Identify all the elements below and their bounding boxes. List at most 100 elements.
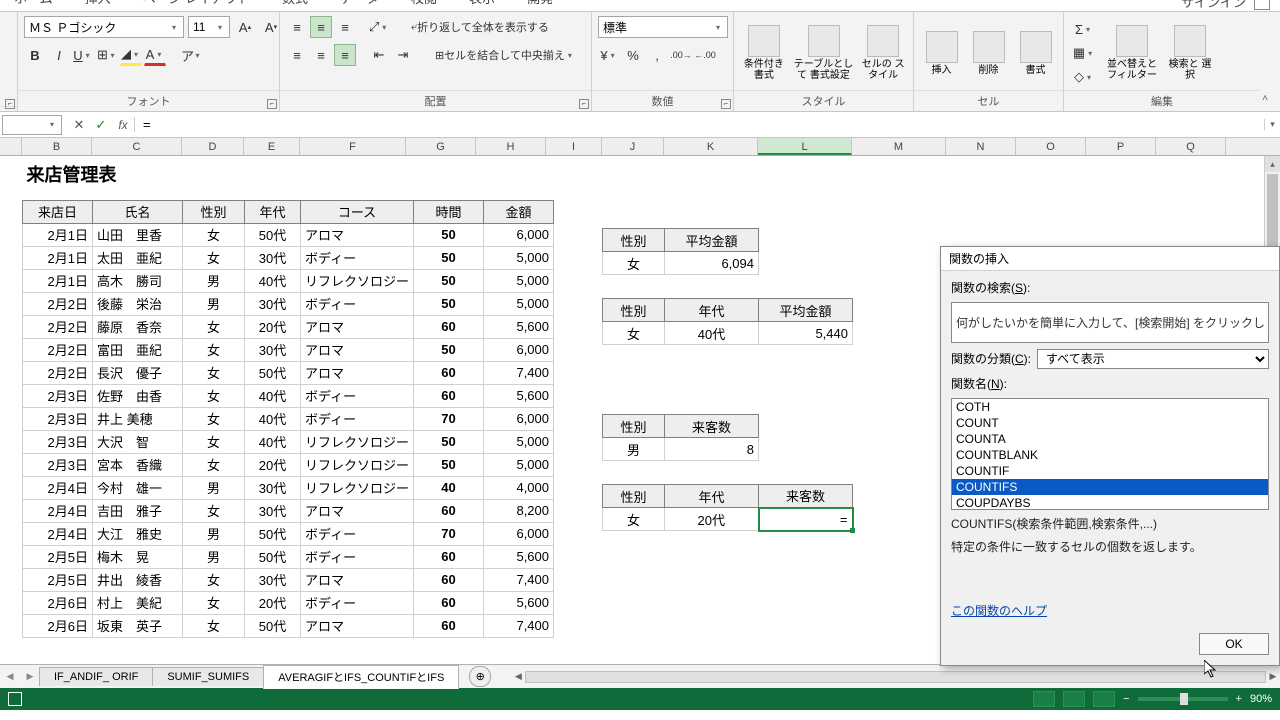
table-cell[interactable]: 富田 亜紀 bbox=[93, 338, 183, 361]
table-cell[interactable]: 女 bbox=[183, 453, 245, 476]
table-cell[interactable]: 2月3日 bbox=[23, 384, 93, 407]
table-cell[interactable]: ボディー bbox=[301, 545, 414, 568]
table-cell[interactable]: アロマ bbox=[301, 499, 414, 522]
table-cell[interactable]: 60 bbox=[414, 545, 484, 568]
table-cell[interactable]: 20代 bbox=[665, 508, 759, 531]
table-cell[interactable]: 5,600 bbox=[484, 315, 554, 338]
table-cell[interactable]: 7,400 bbox=[484, 614, 554, 637]
table-cell[interactable]: 40 bbox=[414, 476, 484, 499]
zoom-slider[interactable] bbox=[1138, 697, 1228, 701]
table-cell[interactable]: 大沢 智 bbox=[93, 430, 183, 453]
zoom-out-icon[interactable]: − bbox=[1123, 693, 1129, 705]
sheet-tab[interactable]: AVERAGIFとIFS_COUNTIFとIFS bbox=[263, 665, 459, 689]
table-cell[interactable]: 5,000 bbox=[484, 246, 554, 269]
table-cell[interactable]: 7,400 bbox=[484, 568, 554, 591]
table-cell[interactable]: 5,600 bbox=[484, 591, 554, 614]
table-cell[interactable]: 50代 bbox=[245, 522, 301, 545]
zoom-level[interactable]: 90% bbox=[1250, 693, 1272, 705]
table-cell[interactable]: 2月6日 bbox=[23, 591, 93, 614]
increase-indent-icon[interactable]: ⇥ bbox=[392, 44, 414, 66]
font-name-select[interactable]: ＭＳ Ｐゴシック▾ bbox=[24, 16, 184, 38]
table-cell[interactable]: 女 bbox=[603, 252, 665, 275]
table-cell[interactable]: 40代 bbox=[245, 269, 301, 292]
function-list-item[interactable]: COUNTA bbox=[952, 431, 1268, 447]
table-cell[interactable]: 男 bbox=[183, 545, 245, 568]
signin-link[interactable]: サインイン bbox=[1181, 0, 1246, 11]
table-cell[interactable]: 2月2日 bbox=[23, 315, 93, 338]
table-cell[interactable]: 30代 bbox=[245, 292, 301, 315]
table-cell[interactable]: 2月3日 bbox=[23, 407, 93, 430]
font-color-button[interactable]: A▾ bbox=[144, 44, 166, 66]
menu-tab[interactable]: 校閲 bbox=[405, 0, 443, 11]
table-cell[interactable]: 2月4日 bbox=[23, 476, 93, 499]
ok-button[interactable]: OK bbox=[1199, 633, 1269, 655]
table-cell[interactable]: 2月2日 bbox=[23, 292, 93, 315]
dialog-launcher-icon[interactable]: ⌐ bbox=[579, 99, 589, 109]
orientation-button[interactable]: ⤢▾ bbox=[368, 16, 390, 38]
menu-tab[interactable]: ホーム bbox=[8, 0, 59, 11]
insert-function-icon[interactable]: fx bbox=[112, 118, 134, 132]
table-cell[interactable]: 2月1日 bbox=[23, 223, 93, 246]
dialog-launcher-icon[interactable]: ⌐ bbox=[721, 99, 731, 109]
col-header[interactable]: K bbox=[664, 138, 758, 155]
table-cell[interactable]: アロマ bbox=[301, 568, 414, 591]
table-cell[interactable]: 8 bbox=[665, 438, 759, 461]
delete-cells-button[interactable]: 削除 bbox=[967, 27, 1010, 80]
col-header[interactable]: I bbox=[546, 138, 602, 155]
table-cell[interactable]: リフレクソロジー bbox=[301, 269, 414, 292]
table-cell[interactable]: 女 bbox=[183, 246, 245, 269]
table-cell[interactable]: 6,000 bbox=[484, 407, 554, 430]
table-cell[interactable]: 男 bbox=[183, 269, 245, 292]
table-cell[interactable]: 女 bbox=[183, 591, 245, 614]
menu-tab[interactable]: 数式 bbox=[276, 0, 314, 11]
format-cells-button[interactable]: 書式 bbox=[1014, 27, 1057, 80]
table-cell[interactable]: 女 bbox=[183, 315, 245, 338]
function-list-item[interactable]: COTH bbox=[952, 399, 1268, 415]
increase-font-icon[interactable]: A▴ bbox=[234, 16, 256, 38]
col-header[interactable]: B bbox=[22, 138, 92, 155]
user-icon[interactable] bbox=[1254, 0, 1270, 10]
table-cell[interactable]: 男 bbox=[603, 438, 665, 461]
table-format-button[interactable]: テーブルとして 書式設定 bbox=[792, 21, 856, 85]
page-layout-view-icon[interactable] bbox=[1063, 691, 1085, 707]
accept-formula-icon[interactable]: ✓ bbox=[90, 117, 112, 133]
record-macro-icon[interactable] bbox=[8, 692, 22, 706]
insert-cells-button[interactable]: 挿入 bbox=[920, 27, 963, 80]
name-box[interactable]: ▾ bbox=[2, 115, 62, 135]
col-header[interactable]: E bbox=[244, 138, 300, 155]
table-cell[interactable]: 50代 bbox=[245, 223, 301, 246]
zoom-in-icon[interactable]: + bbox=[1236, 693, 1242, 705]
sheet-nav-prev-icon[interactable]: ◀ bbox=[0, 671, 20, 682]
table-cell[interactable]: 60 bbox=[414, 384, 484, 407]
table-cell[interactable]: 村上 美紀 bbox=[93, 591, 183, 614]
horizontal-scrollbar[interactable] bbox=[525, 671, 1266, 683]
cancel-formula-icon[interactable]: ✕ bbox=[68, 117, 90, 133]
table-cell[interactable]: 井上 美穂 bbox=[93, 407, 183, 430]
table-cell[interactable]: 2月1日 bbox=[23, 269, 93, 292]
number-format-select[interactable]: 標準▾ bbox=[598, 16, 728, 38]
table-cell[interactable]: 太田 亜紀 bbox=[93, 246, 183, 269]
col-header[interactable]: L bbox=[758, 138, 852, 155]
table-cell[interactable]: 男 bbox=[183, 292, 245, 315]
table-cell[interactable]: 20代 bbox=[245, 453, 301, 476]
table-cell[interactable]: = bbox=[759, 508, 853, 531]
table-cell[interactable]: 60 bbox=[414, 614, 484, 637]
align-center-icon[interactable]: ≡ bbox=[310, 44, 332, 66]
table-cell[interactable]: リフレクソロジー bbox=[301, 453, 414, 476]
table-cell[interactable]: 50 bbox=[414, 338, 484, 361]
table-cell[interactable]: 50 bbox=[414, 430, 484, 453]
dialog-launcher-icon[interactable]: ⌐ bbox=[267, 99, 277, 109]
decrease-decimal-icon[interactable]: ←.00 bbox=[694, 44, 716, 66]
hscroll-left-icon[interactable]: ◀ bbox=[511, 671, 525, 682]
function-list-item[interactable]: COUNTIFS bbox=[952, 479, 1268, 495]
table-cell[interactable]: 女 bbox=[603, 322, 665, 345]
table-cell[interactable]: 井出 綾香 bbox=[93, 568, 183, 591]
table-cell[interactable]: 50 bbox=[414, 246, 484, 269]
table-cell[interactable]: ボディー bbox=[301, 591, 414, 614]
table-cell[interactable]: アロマ bbox=[301, 315, 414, 338]
table-cell[interactable]: 女 bbox=[183, 338, 245, 361]
function-help-link[interactable]: この関数のヘルプ bbox=[951, 602, 1269, 619]
find-select-button[interactable]: 検索と 選択 bbox=[1166, 21, 1214, 85]
table-cell[interactable]: 2月4日 bbox=[23, 499, 93, 522]
table-cell[interactable]: 女 bbox=[183, 384, 245, 407]
